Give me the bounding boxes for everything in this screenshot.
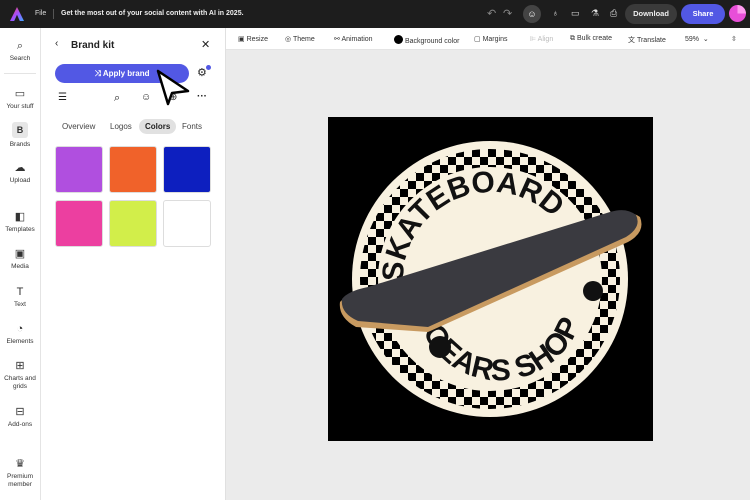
design-artboard[interactable]: SKATEBOARD GEARS SHOP [328, 117, 653, 441]
mouse-cursor [156, 69, 190, 106]
layers-icon[interactable]: ⇳ [731, 35, 737, 43]
tab-fonts[interactable]: Fonts [176, 119, 208, 134]
apply-brand-label: Apply brand [102, 69, 150, 78]
crown-icon: ♛ [15, 458, 25, 470]
rail-addons[interactable]: ⊟ Add-ons [0, 406, 40, 429]
more-icon[interactable]: ··· [197, 91, 207, 102]
add-person-icon[interactable]: ☺ [141, 92, 151, 103]
lightbulb-icon[interactable]: ♁ [552, 8, 559, 18]
print-icon[interactable]: ⎙ [610, 8, 617, 19]
search-icon[interactable]: ⌕ [114, 92, 120, 105]
adobe-express-logo[interactable] [10, 7, 24, 21]
background-color-button[interactable]: Background color [394, 35, 459, 45]
rail-elements[interactable]: ◔ Elements [0, 323, 40, 346]
shuffle-icon: ⤨ [94, 69, 103, 78]
color-swatch[interactable] [109, 200, 157, 247]
align-label: Align [537, 36, 554, 43]
brand-kit-panel: ‹ Brand kit ✕ ⤨ Apply brand ⚙ ☰ ⌕ ☺ ⊕ ··… [41, 28, 226, 500]
chart-icon: ⊞ [15, 360, 25, 372]
rail-label: Brands [9, 141, 31, 148]
theme-button[interactable]: ◎ Theme [285, 35, 315, 43]
folder-icon: ▭ [14, 88, 26, 100]
rail-label: Your stuff [6, 103, 34, 110]
top-bar: File Get the most out of your social con… [0, 0, 750, 28]
color-dot-icon [394, 35, 403, 44]
rail-label: Media [11, 263, 29, 270]
resize-label: Resize [246, 36, 268, 43]
comment-icon[interactable]: ▭ [571, 8, 580, 19]
bulk-label: Bulk create [576, 35, 612, 42]
promo-link[interactable]: Get the most out of your social content … [61, 10, 244, 17]
invite-button[interactable]: ☺ [523, 5, 541, 23]
left-rail: ⌕ Search ▭ Your stuff B Brands ☁ Upload ◧ Tem… [0, 28, 41, 500]
download-button[interactable]: Download [625, 4, 677, 24]
file-menu[interactable]: File [35, 10, 46, 17]
close-icon[interactable]: ✕ [201, 38, 210, 51]
animation-button[interactable]: ⚯ Animation [334, 35, 373, 43]
rail-label: Upload [9, 177, 31, 184]
templates-icon: ◧ [14, 211, 26, 223]
rail-search[interactable]: ⌕ Search [0, 40, 40, 63]
rail-premium[interactable]: ♛ Premium member [0, 458, 40, 489]
upload-icon: ☁ [14, 162, 26, 174]
text-icon: T [16, 286, 24, 298]
brand-icon: B [12, 122, 28, 138]
animation-label: Animation [341, 36, 373, 43]
rail-label: Search [9, 55, 31, 62]
color-swatch[interactable] [55, 200, 103, 247]
addons-icon: ⊟ [15, 406, 25, 418]
back-button[interactable]: ‹ [55, 38, 58, 49]
flask-icon[interactable]: ⚗ [591, 8, 599, 19]
theme-label: Theme [292, 36, 315, 43]
undo-icon[interactable]: ↶ [487, 7, 496, 20]
rail-brands[interactable]: B Brands [0, 122, 40, 149]
translate-label: Translate [636, 37, 666, 44]
resize-button[interactable]: ▣ Resize [238, 35, 268, 43]
rail-charts[interactable]: ⊞ Charts and grids [0, 360, 40, 391]
bulk-create-button[interactable]: ⧉ Bulk create [570, 35, 612, 43]
redo-icon[interactable]: ↷ [503, 7, 512, 20]
align-button: ⊫ Align [530, 36, 554, 43]
sort-icon[interactable]: ☰ [58, 92, 67, 103]
rail-label: Charts and grids [4, 375, 36, 390]
notification-dot [206, 65, 211, 70]
color-swatch[interactable] [163, 146, 211, 193]
margins-label: Margins [482, 36, 508, 43]
media-icon: ▣ [14, 248, 26, 260]
color-swatch[interactable] [109, 146, 157, 193]
color-swatch[interactable] [163, 200, 211, 247]
divider [4, 73, 36, 74]
toolbar: ▣ Resize ◎ Theme ⚯ Animation Background … [226, 28, 750, 50]
rail-label: Templates [5, 226, 35, 233]
rail-label: Add-ons [7, 421, 33, 428]
rail-label: Text [14, 301, 26, 308]
zoom-value: 59% [685, 36, 700, 43]
rail-your-stuff[interactable]: ▭ Your stuff [0, 88, 40, 111]
rail-label: Elements [6, 338, 34, 345]
color-swatch[interactable] [55, 146, 103, 193]
rail-media[interactable]: ▣ Media [0, 248, 40, 271]
translate-button[interactable]: 文 Translate [628, 35, 666, 45]
avatar[interactable] [729, 5, 746, 22]
zoom-dropdown[interactable]: 59% ⌄ [685, 35, 709, 43]
elements-icon: ◔ [16, 323, 24, 335]
rail-upload[interactable]: ☁ Upload [0, 162, 40, 185]
divider [53, 9, 54, 19]
margins-button[interactable]: ▢ Margins [474, 35, 507, 43]
rail-label: Premium member [6, 473, 33, 488]
rail-templates[interactable]: ◧ Templates [0, 211, 40, 234]
share-button[interactable]: Share [681, 4, 725, 24]
rail-text[interactable]: T Text [0, 286, 40, 309]
tab-overview[interactable]: Overview [56, 119, 101, 134]
background-label: Background color [404, 38, 460, 45]
tab-logos[interactable]: Logos [104, 119, 138, 134]
search-icon: ⌕ [16, 40, 24, 52]
tab-colors[interactable]: Colors [139, 119, 177, 134]
panel-title: Brand kit [71, 40, 115, 51]
